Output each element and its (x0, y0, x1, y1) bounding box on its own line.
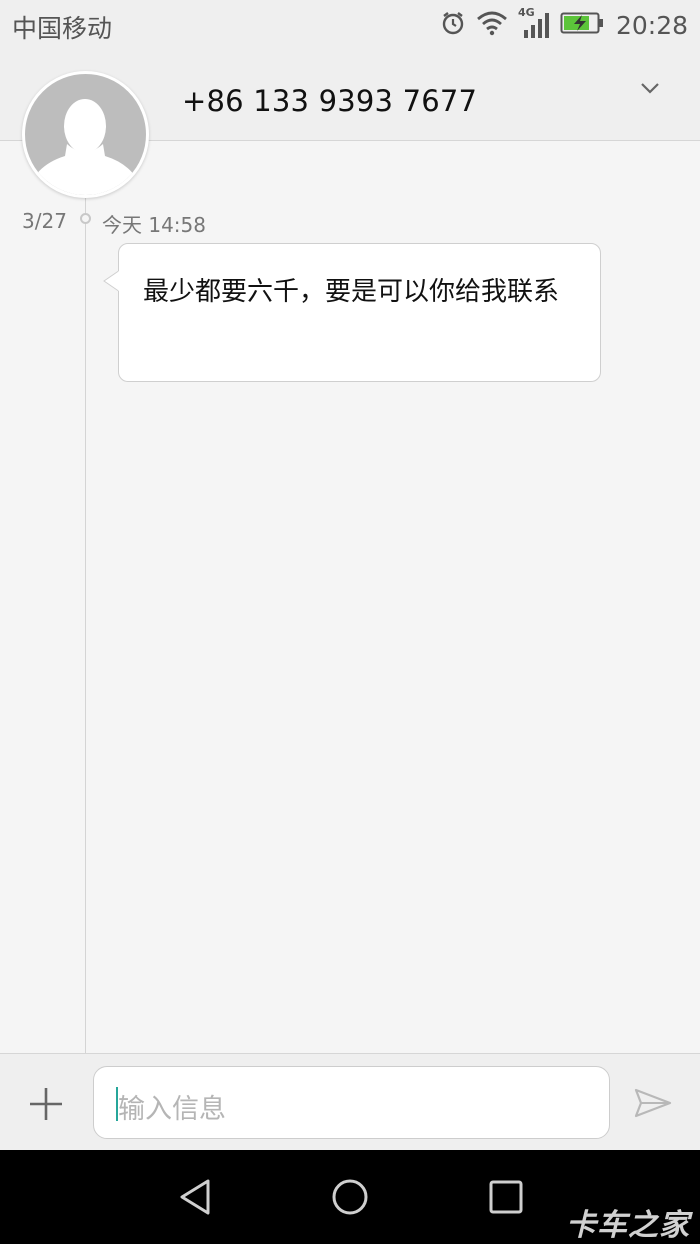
bubble-tail (103, 270, 119, 292)
watermark-logo: 卡车之家 (566, 1208, 690, 1243)
chevron-down-icon[interactable] (634, 72, 666, 104)
status-bar: 中国移动 4G 20:28 (0, 0, 700, 50)
alarm-icon (440, 10, 466, 40)
composer-bar: 输入信息 (0, 1053, 700, 1150)
timeline-line (85, 198, 86, 1054)
timeline-dot (80, 213, 91, 224)
message-input[interactable]: 输入信息 (93, 1066, 610, 1139)
status-icons: 4G 20:28 (430, 6, 688, 42)
cell-signal-icon: 4G (518, 6, 550, 40)
incoming-message-bubble[interactable]: 最少都要六千，要是可以你给我联系 (103, 243, 601, 382)
home-icon[interactable] (330, 1177, 370, 1217)
wifi-icon (476, 10, 508, 40)
person-silhouette-icon (27, 99, 143, 195)
clock: 20:28 (615, 10, 688, 40)
carrier-name: 中国移动 (12, 14, 113, 43)
battery-charging-icon (560, 11, 604, 39)
plus-icon[interactable] (24, 1082, 68, 1126)
contact-avatar[interactable] (22, 71, 149, 198)
input-placeholder: 输入信息 (118, 1094, 226, 1125)
send-icon[interactable] (632, 1084, 674, 1122)
message-time: 今天 14:58 (102, 213, 206, 237)
recents-icon[interactable] (486, 1177, 526, 1217)
message-text: 最少都要六千，要是可以你给我联系 (143, 277, 560, 307)
back-icon[interactable] (175, 1177, 215, 1217)
contact-number[interactable]: +86 133 9393 7677 (182, 84, 477, 118)
message-date: 3/27 (22, 209, 67, 233)
navigation-bar: 卡车之家 (0, 1150, 700, 1244)
